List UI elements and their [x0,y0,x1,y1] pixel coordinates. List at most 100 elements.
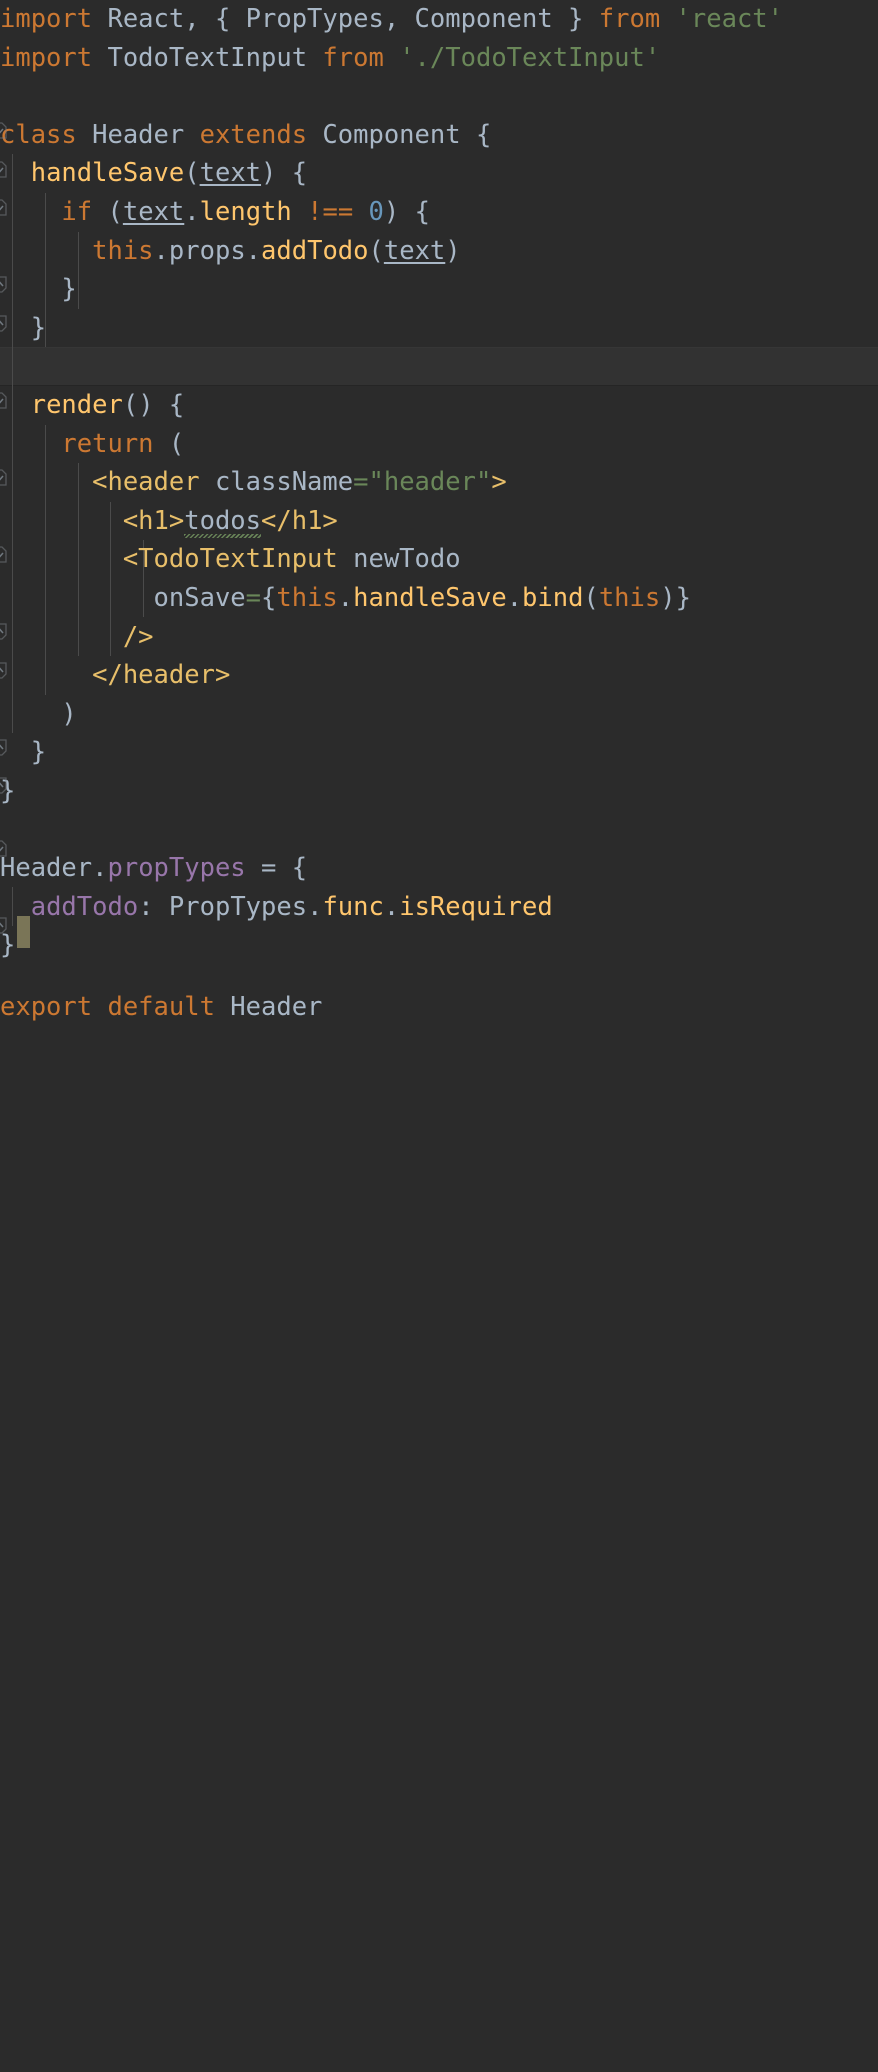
token-punctuation: . [506,583,523,613]
token-punctuation: )} [660,583,691,613]
token-jsx-attribute: newTodo [337,544,461,575]
fold-marker-icon[interactable] [0,161,8,178]
token-operator: = [245,583,262,613]
token-keyword: extends [199,119,308,150]
code-line[interactable]: <header className="header"> [0,463,507,502]
code-line[interactable]: <h1>todos</h1> [0,502,338,541]
fold-marker-icon[interactable] [0,122,8,139]
token-keyword: export default [0,991,215,1022]
token-jsx-tag: <h1> [122,505,185,536]
token-function-name: handleSave [30,158,185,189]
fold-marker-icon[interactable] [0,777,8,794]
token-identifier: Header [76,119,200,150]
token-parameter: text [199,158,262,189]
token-jsx-tag: /> [122,621,154,652]
token-keyword: this [92,235,154,266]
token-punctuation: . [184,197,200,227]
token-punctuation: ( [583,583,599,613]
token-jsx-tag: > [491,467,507,498]
fold-marker-icon[interactable] [0,315,8,332]
fold-marker-icon[interactable] [0,199,8,216]
token-punctuation: . [153,235,169,266]
token-property: isRequired [399,891,553,922]
token-keyword: return [61,428,154,459]
code-line[interactable]: export default Header [0,988,322,1027]
code-line[interactable]: import React, { PropTypes, Component } f… [0,0,783,39]
code-editor[interactable]: import React, { PropTypes, Component } f… [0,0,878,1036]
token-identifier: PropTypes [168,891,308,922]
fold-marker-icon[interactable] [0,546,8,563]
fold-marker-icon[interactable] [0,623,8,640]
fold-marker-icon[interactable] [0,276,8,293]
token-punctuation: ) [445,235,461,266]
code-line[interactable]: /> [0,618,154,657]
token-identifier: React, { PropTypes, Component } [92,4,599,34]
token-keyword: if [61,197,93,227]
code-line[interactable]: </header> [0,656,230,695]
code-line[interactable]: class Header extends Component { [0,116,491,155]
token-jsx-tag: </h1> [261,505,338,536]
token-method: bind [522,583,584,613]
editor-gutter[interactable] [0,0,16,1036]
code-line[interactable]: handleSave(text) { [0,154,307,193]
token-property: props [168,235,246,266]
token-field: propTypes [107,853,246,884]
token-keyword: from [322,42,384,73]
token-punctuation: . [307,891,323,922]
code-line[interactable]: return ( [0,425,184,464]
token-parameter: text [122,197,185,227]
token-jsx-tag: <TodoTextInput [122,544,338,575]
token-keyword: from [598,4,661,34]
code-line[interactable]: import TodoTextInput from './TodoTextInp… [0,39,660,78]
code-line[interactable]: if (text.length !== 0) { [0,193,430,232]
token-punctuation: = { [245,853,308,884]
token-punctuation: ( [153,428,185,459]
fold-marker-icon[interactable] [0,392,8,409]
fold-marker-icon[interactable] [0,917,8,934]
token-punctuation: ) { [383,197,430,227]
token-jsx-attribute: className [199,467,354,498]
token-jsx-tag: <header [92,467,200,498]
code-line[interactable]: this.props.addTodo(text) [0,232,461,271]
token-object-key: addTodo [30,891,139,922]
token-operator: = [353,467,369,498]
token-punctuation: ) { [261,158,308,189]
token-punctuation: : [138,891,169,922]
token-function-name: render [30,390,123,420]
token-punctuation: . [337,583,354,613]
token-identifier: TodoTextInput [92,42,323,73]
token-number: 0 [368,197,384,227]
fold-marker-icon[interactable] [0,662,8,679]
code-text-layer[interactable]: import React, { PropTypes, Component } f… [0,0,878,2072]
token-property: func [322,891,384,922]
token-punctuation: () { [122,390,185,420]
token-string: "header" [368,467,492,498]
fold-marker-icon[interactable] [0,840,8,857]
token-method: handleSave [353,583,507,613]
token-punctuation: { [261,583,277,613]
code-line[interactable]: <TodoTextInput newTodo [0,540,461,579]
token-punctuation: ( [184,158,200,189]
token-operator: !== [307,197,354,227]
code-line[interactable]: Header.propTypes = { [0,849,307,888]
code-line[interactable]: onSave={this.handleSave.bind(this)} [0,579,691,618]
token-parameter: text [383,235,446,266]
text-caret [17,916,30,948]
code-line[interactable]: render() { [0,386,185,425]
token-string: 'react' [675,4,784,34]
token-punctuation: ( [92,197,123,227]
token-punctuation: . [383,891,400,922]
token-identifier: Component { [307,119,492,150]
fold-marker-icon[interactable] [0,739,8,756]
token-string: './TodoTextInput' [399,42,661,73]
token-punctuation: ( [368,235,384,266]
fold-marker-icon[interactable] [0,469,8,486]
token-punctuation: . [245,235,262,266]
code-line[interactable]: addTodo: PropTypes.func.isRequired [0,888,553,927]
token-keyword: this [598,583,661,613]
